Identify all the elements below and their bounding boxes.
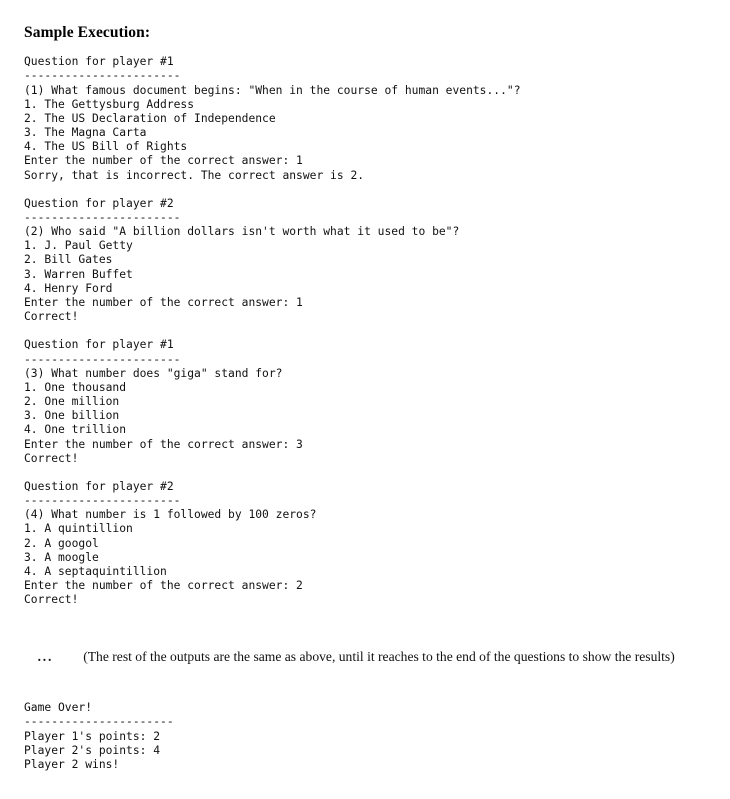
- ellipsis-note-text: (The rest of the outputs are the same as…: [83, 649, 675, 664]
- ellipsis-dots: ...: [37, 649, 54, 664]
- console-transcript-main: Question for player #1 -----------------…: [24, 55, 521, 607]
- console-transcript-final: Game Over! ---------------------- Player…: [24, 701, 174, 771]
- page-title: Sample Execution:: [24, 24, 151, 41]
- page-root: Sample Execution: Question for player #1…: [0, 0, 730, 799]
- ellipsis-note: ... (The rest of the outputs are the same…: [24, 633, 724, 681]
